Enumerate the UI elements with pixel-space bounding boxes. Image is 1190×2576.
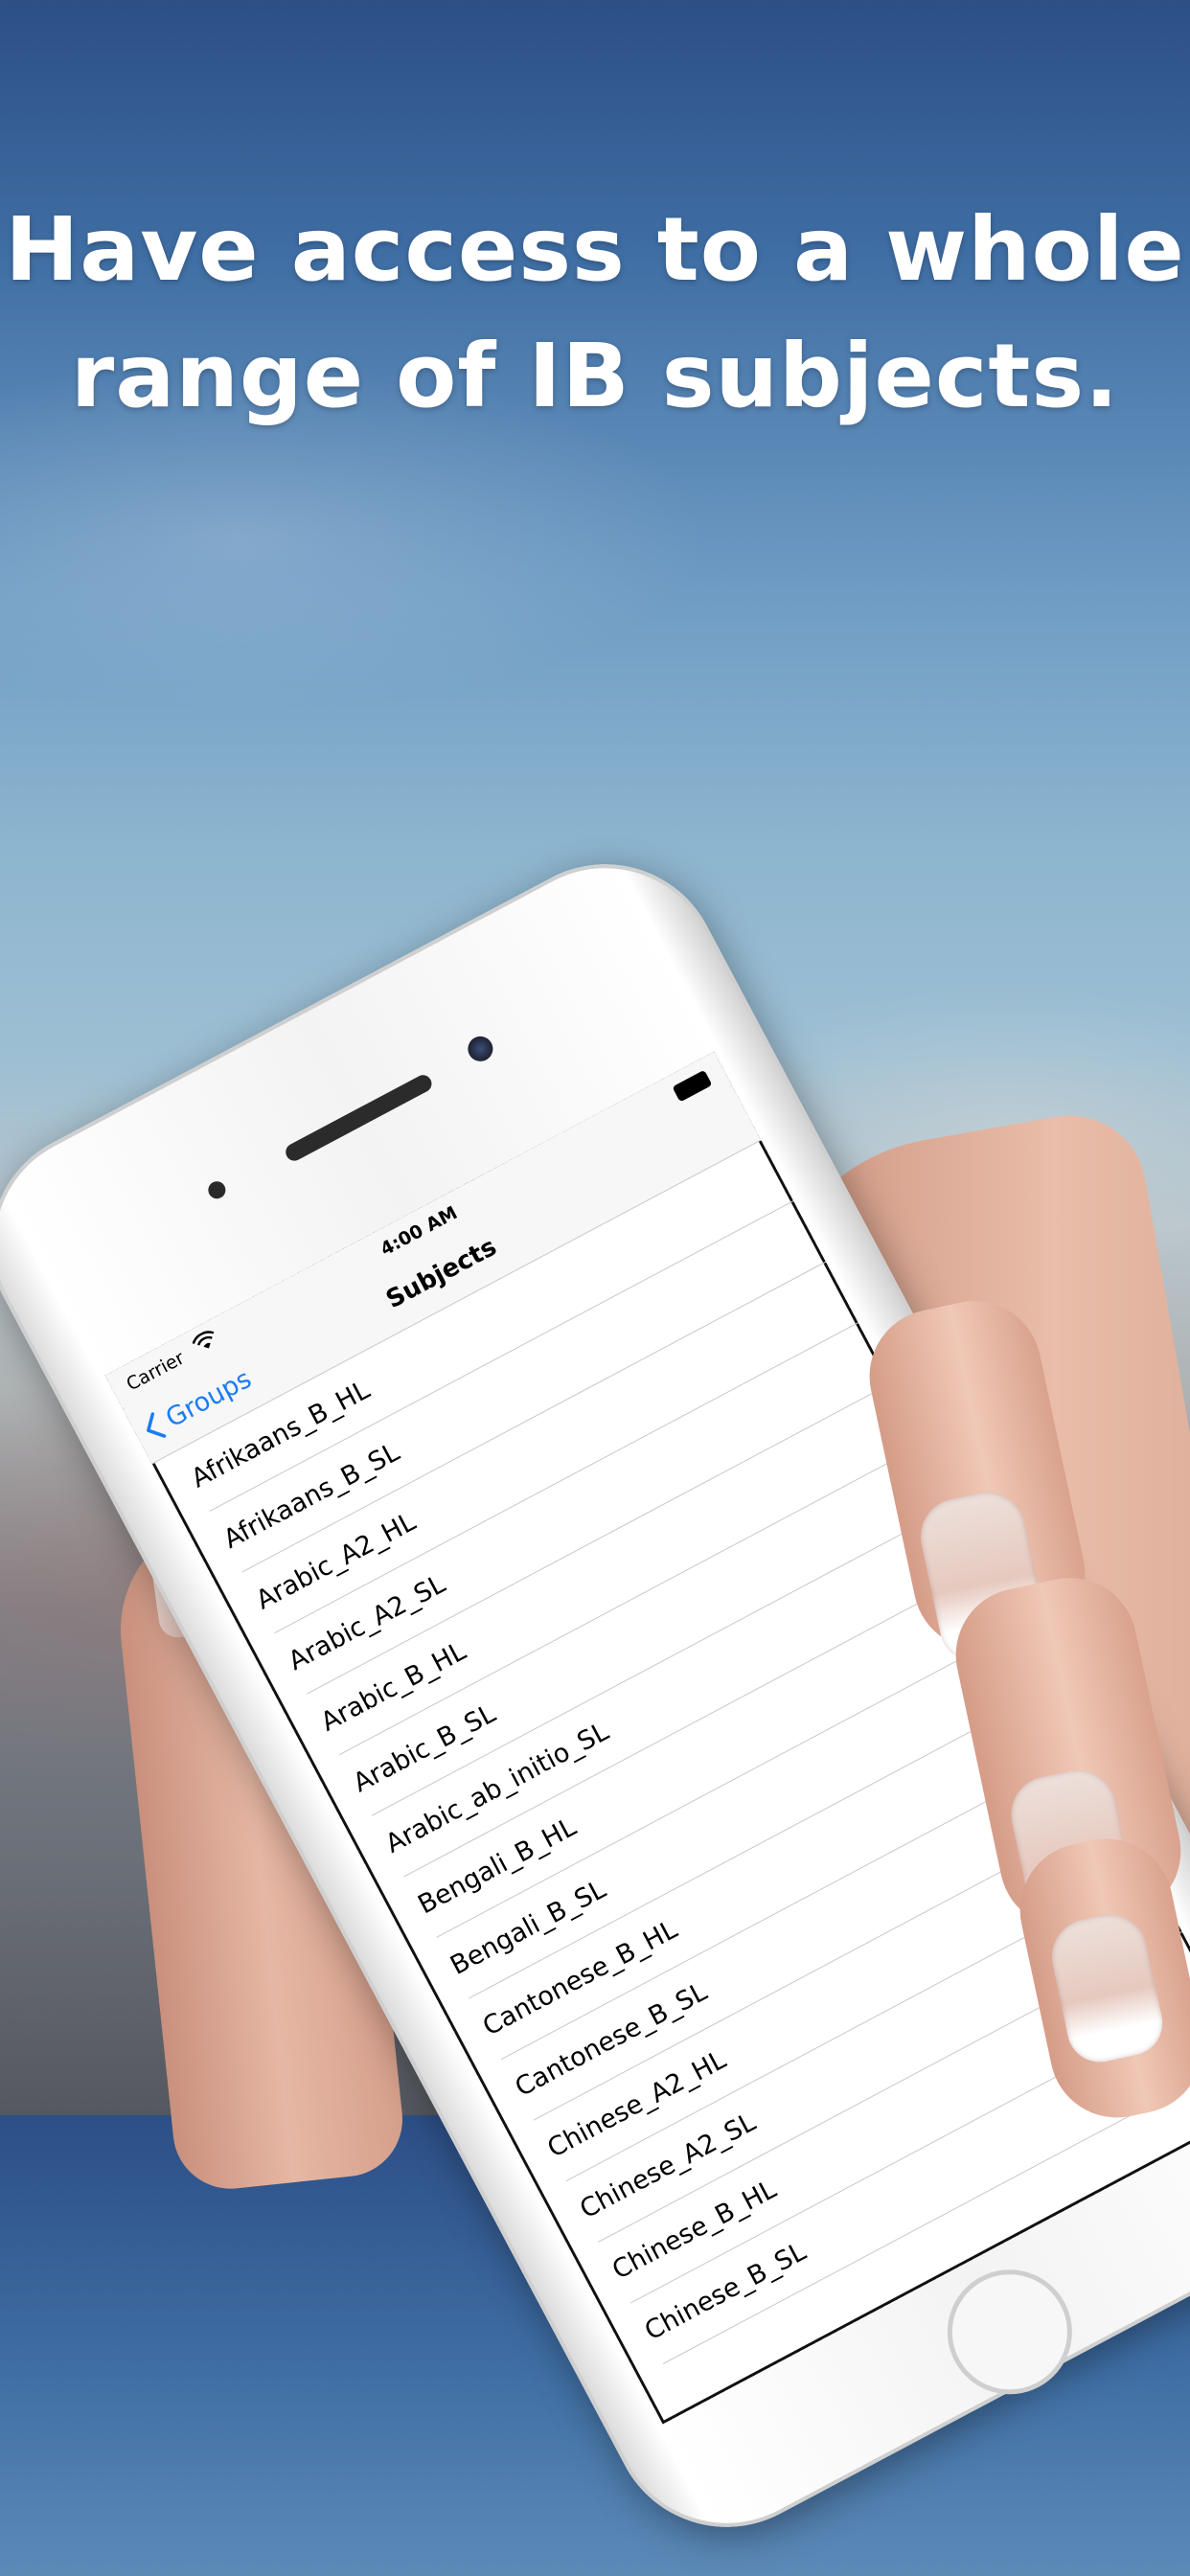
headline-line-1: Have access to a whole — [5, 198, 1185, 301]
headline: Have access to a whole range of IB subje… — [0, 187, 1190, 440]
headline-line-2: range of IB subjects. — [70, 325, 1120, 427]
